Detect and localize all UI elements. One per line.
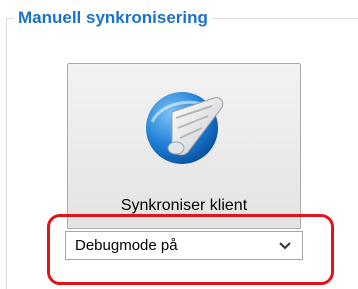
group-box-border-left [6, 18, 7, 289]
group-title: Manuell synkronisering [14, 6, 212, 30]
sync-client-label: Synkroniser klient [120, 197, 248, 214]
sync-scroll-globe-icon [146, 92, 224, 164]
sync-client-button[interactable]: Synkroniser klient [67, 63, 301, 229]
debug-mode-select[interactable]: Debugmode på [65, 231, 303, 260]
chevron-down-icon [279, 242, 291, 250]
debug-mode-selected-value: Debugmode på [75, 237, 178, 254]
